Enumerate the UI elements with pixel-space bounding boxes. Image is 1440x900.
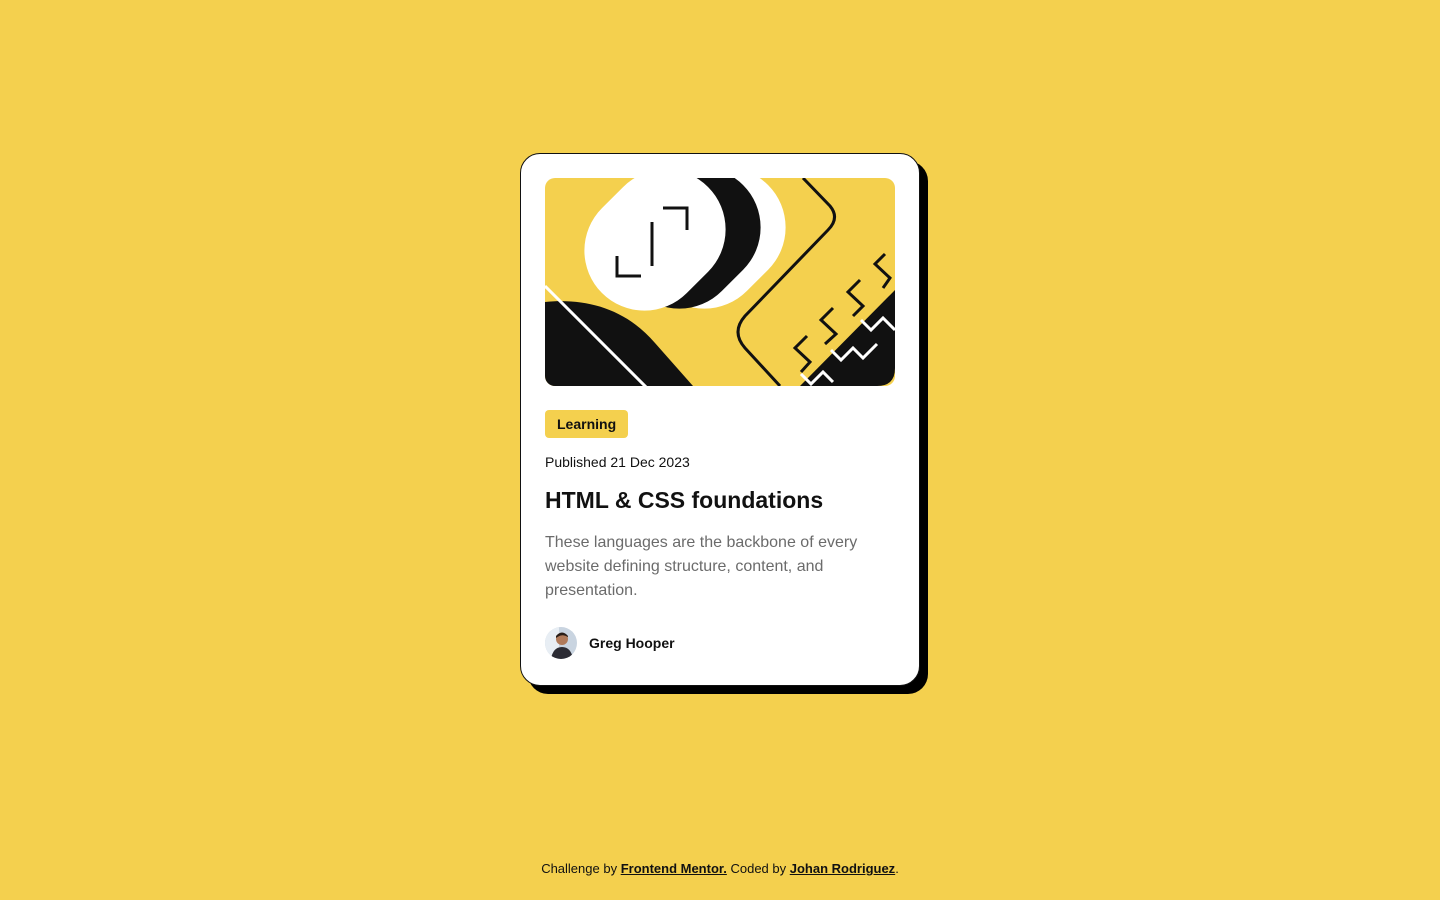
footer-middle: Coded by <box>726 861 790 876</box>
frontend-mentor-link[interactable]: Frontend Mentor. <box>621 861 727 876</box>
hero-illustration <box>545 178 895 386</box>
author-link[interactable]: Johan Rodriguez <box>790 861 895 876</box>
blog-preview-card[interactable]: Learning Published 21 Dec 2023 HTML & CS… <box>520 153 920 686</box>
author: Greg Hooper <box>545 627 895 659</box>
card-description: These languages are the backbone of ever… <box>545 534 858 599</box>
footer-prefix: Challenge by <box>541 861 621 876</box>
published-date: Published 21 Dec 2023 <box>545 454 690 470</box>
author-name: Greg Hooper <box>589 635 675 651</box>
attribution-footer: Challenge by Frontend Mentor. Coded by J… <box>0 861 1440 876</box>
category-tag: Learning <box>545 410 629 438</box>
avatar <box>545 627 577 659</box>
footer-suffix: . <box>895 861 899 876</box>
card-title[interactable]: HTML & CSS foundations <box>545 485 895 515</box>
